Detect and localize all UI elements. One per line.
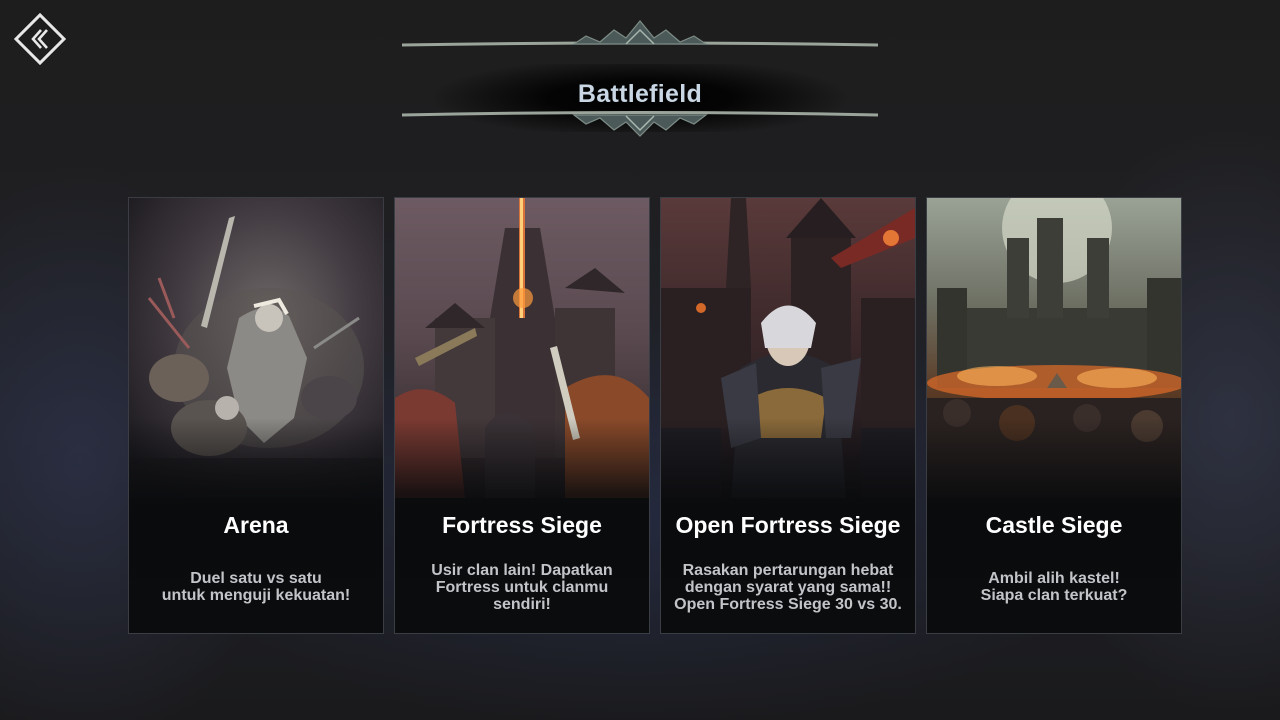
mode-card-description: Usir clan lain! Dapatkan Fortress untuk … [401,562,643,613]
description-line: Open Fortress Siege 30 vs 30. [674,596,902,613]
description-line: Fortress untuk clanmu [435,579,609,596]
description-line: sendiri! [493,596,551,613]
description-line: untuk menguji kekuatan! [161,587,351,604]
mode-card-fortress-siege[interactable]: Fortress Siege Usir clan lain! Dapatkan … [394,197,650,634]
mode-card-title: Castle Siege [985,512,1123,538]
description-line: dengan syarat yang sama!! [684,579,892,596]
mode-card-title: Arena [223,512,289,538]
mode-card-description: Duel satu vs satu untuk menguji kekuatan… [135,570,377,604]
title-ornament [401,20,879,137]
page-title: Battlefield [577,80,703,108]
battlefield-screen: Battlefield Arena Duel satu vs satu untu… [0,0,1280,720]
back-button[interactable] [13,12,67,66]
description-line: Duel satu vs satu [190,570,322,587]
mode-card-title: Open Fortress Siege [675,512,901,538]
description-line: Usir clan lain! Dapatkan [431,562,613,579]
mode-card-open-fortress-siege[interactable]: Open Fortress Siege Rasakan pertarungan … [660,197,916,634]
description-line: Rasakan pertarungan hebat [682,562,894,579]
description-line: Ambil alih kastel! [988,570,1120,587]
title-banner: Battlefield [400,18,880,140]
description-line: Siapa clan terkuat? [980,587,1128,604]
mode-card-description: Ambil alih kastel! Siapa clan terkuat? [933,570,1175,604]
mode-card-castle-siege[interactable]: Castle Siege Ambil alih kastel! Siapa cl… [926,197,1182,634]
battlefield-mode-list: Arena Duel satu vs satu untuk menguji ke… [128,197,1182,634]
mode-card-arena[interactable]: Arena Duel satu vs satu untuk menguji ke… [128,197,384,634]
back-chevron-icon [13,12,67,66]
mode-card-description: Rasakan pertarungan hebat dengan syarat … [667,562,909,613]
mode-card-title: Fortress Siege [442,512,602,538]
